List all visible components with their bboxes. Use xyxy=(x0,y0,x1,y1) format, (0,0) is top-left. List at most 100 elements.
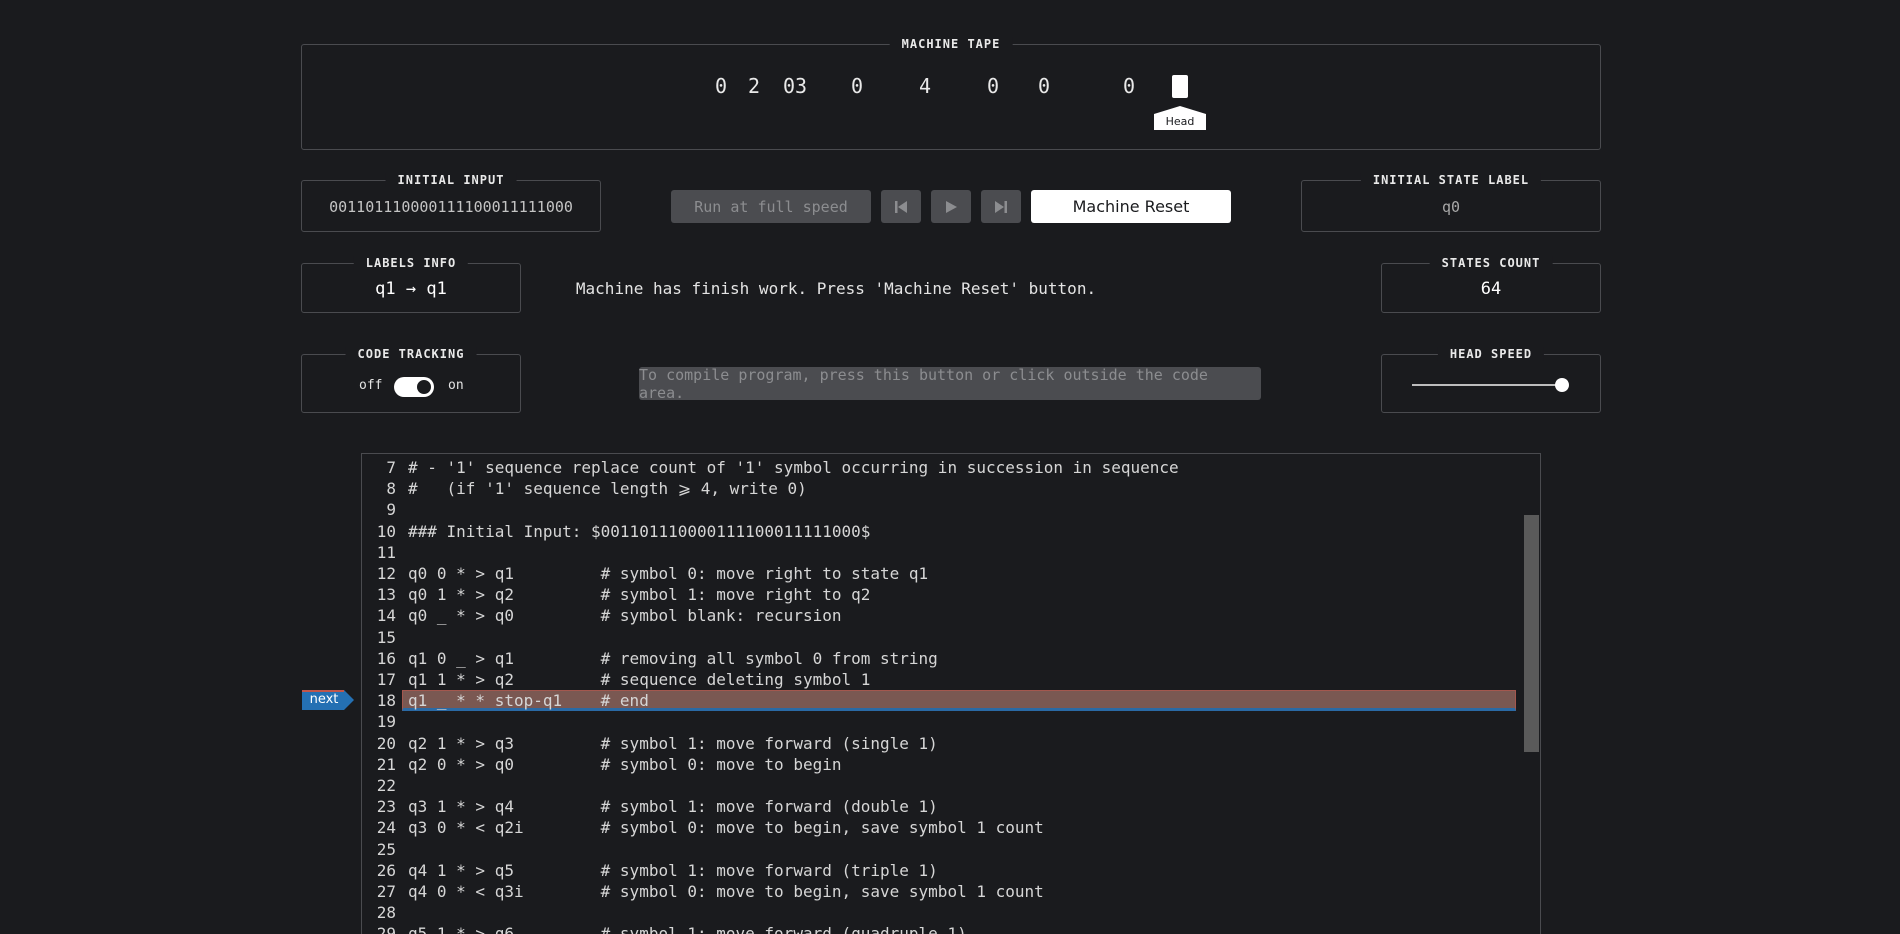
code-line: 8 # (if '1' sequence length ⩾ 4, write 0) xyxy=(362,479,1540,500)
code-scrollbar[interactable] xyxy=(1524,515,1539,752)
line-text: q2 1 * > q3 # symbol 1: move forward (si… xyxy=(408,733,938,753)
next-line-marker: next xyxy=(302,690,354,710)
line-text: q3 1 * > q4 # symbol 1: move forward (do… xyxy=(408,797,938,817)
line-number: 29 xyxy=(376,924,396,934)
head-marker: Head xyxy=(1154,106,1206,130)
play-icon xyxy=(946,200,957,213)
line-text: q1 0 _ > q1 # removing all symbol 0 from… xyxy=(408,648,938,668)
line-number: 26 xyxy=(376,860,396,880)
code-line: 24 q3 0 * < q2i # symbol 0: move to begin… xyxy=(362,818,1540,839)
line-number: 24 xyxy=(376,818,396,838)
line-text: q1 _ * * stop-q1 # end xyxy=(408,691,649,711)
step-forward-button[interactable] xyxy=(981,190,1021,223)
machine-reset-button[interactable]: Machine Reset xyxy=(1031,190,1231,223)
skip-back-icon xyxy=(895,200,907,213)
step-back-button[interactable] xyxy=(881,190,921,223)
skip-forward-icon xyxy=(995,200,1007,213)
toggle-knob xyxy=(417,380,431,394)
head-speed-legend: HEAD SPEED xyxy=(1437,347,1545,361)
code-line: 20 q2 1 * > q3 # symbol 1: move forward (… xyxy=(362,734,1540,755)
labels-info-value: q1 → q1 xyxy=(375,279,447,299)
line-number: 27 xyxy=(376,882,396,901)
line-text: # - '1' sequence replace count of '1' sy… xyxy=(408,458,1179,477)
code-line: 9 xyxy=(362,500,1540,521)
code-line: 17 q1 1 * > q2 # sequence deleting symbol… xyxy=(362,670,1540,691)
states-count-value: 64 xyxy=(1480,279,1502,299)
line-text: q4 0 * < q3i # symbol 0: move to begin, … xyxy=(408,882,1044,901)
tape-cell: 0 xyxy=(987,74,1000,98)
line-text: q1 1 * > q2 # sequence deleting symbol 1 xyxy=(408,670,871,689)
code-line: 23 q3 1 * > q4 # symbol 1: move forward (… xyxy=(362,797,1540,818)
line-number: 13 xyxy=(376,585,396,605)
line-text: q0 0 * > q1 # symbol 0: move right to st… xyxy=(408,564,929,583)
initial-state-field[interactable]: q0 xyxy=(1302,198,1600,216)
code-tracking-off-label: off xyxy=(359,378,383,393)
run-full-speed-button[interactable]: Run at full speed xyxy=(671,190,871,223)
code-tracking-panel: CODE TRACKING off on xyxy=(301,347,521,413)
code-line: 28 xyxy=(362,903,1540,924)
head-label: Head xyxy=(1165,115,1195,128)
compile-button[interactable]: To compile program, press this button or… xyxy=(639,366,1261,402)
line-text: ### Initial Input: $00110111000011110001… xyxy=(408,521,871,541)
tape-cell: 0 xyxy=(1038,74,1051,98)
line-number: 21 xyxy=(376,754,396,774)
code-line: 15 xyxy=(362,628,1540,649)
code-line: 10 ### Initial Input: $001101110000111100… xyxy=(362,522,1540,543)
line-text: q3 0 * < q2i # symbol 0: move to begin, … xyxy=(408,818,1044,838)
code-line: 16 q1 0 _ > q1 # removing all symbol 0 fr… xyxy=(362,649,1540,670)
labels-info-legend: LABELS INFO xyxy=(353,256,469,270)
tape-cell: 4 xyxy=(919,74,932,98)
line-number: 11 xyxy=(376,542,396,562)
code-line: 29 q5 1 * > q6 # symbol 1: move forward (… xyxy=(362,924,1540,934)
line-text: q2 0 * > q0 # symbol 0: move to begin xyxy=(408,754,842,774)
line-number: 15 xyxy=(376,627,396,647)
line-text: # (if '1' sequence length ⩾ 4, write 0) xyxy=(408,479,807,499)
tape-cell: 03 xyxy=(783,74,808,98)
tape-cell: 0 xyxy=(715,74,728,98)
code-editor[interactable]: 7 # - '1' sequence replace count of '1' s… xyxy=(361,453,1541,934)
code-line: 26 q4 1 * > q5 # symbol 1: move forward (… xyxy=(362,861,1540,882)
code-line: 18 q1 _ * * stop-q1 # end xyxy=(362,691,1540,712)
initial-state-legend: INITIAL STATE LABEL xyxy=(1360,173,1542,187)
line-number: 12 xyxy=(376,564,396,583)
code-line: 11 xyxy=(362,543,1540,564)
line-text: q4 1 * > q5 # symbol 1: move forward (tr… xyxy=(408,860,938,880)
code-line: 19 xyxy=(362,712,1540,733)
status-message: Machine has finish work. Press 'Machine … xyxy=(575,279,1097,298)
head-speed-panel: HEAD SPEED xyxy=(1381,347,1601,413)
code-line: 14 q0 _ * > q0 # symbol blank: recursion xyxy=(362,606,1540,627)
line-text: q5 1 * > q6 # symbol 1: move forward (qu… xyxy=(408,924,967,934)
line-number: 16 xyxy=(376,648,396,668)
next-label: next xyxy=(309,692,339,707)
code-tracking-on-label: on xyxy=(448,378,464,393)
head-speed-slider-thumb[interactable] xyxy=(1555,378,1569,392)
initial-input-legend: INITIAL INPUT xyxy=(385,173,517,187)
initial-state-panel: INITIAL STATE LABEL q0 xyxy=(1301,173,1601,232)
play-button[interactable] xyxy=(931,190,971,223)
line-number: 7 xyxy=(386,458,396,477)
tape-cells: 0 2 03 0 4 0 0 0 xyxy=(0,74,1900,98)
initial-input-field[interactable]: 00110111000011110001111100​0 xyxy=(302,198,600,216)
line-number: 23 xyxy=(376,797,396,817)
states-count-legend: STATES COUNT xyxy=(1429,256,1553,270)
line-number: 10 xyxy=(376,521,396,541)
line-number: 20 xyxy=(376,733,396,753)
head-cursor xyxy=(1172,75,1188,98)
code-line: 7 # - '1' sequence replace count of '1' s… xyxy=(362,458,1540,479)
line-number: 8 xyxy=(386,479,396,499)
code-tracking-toggle[interactable] xyxy=(394,377,434,397)
states-count-panel: STATES COUNT 64 xyxy=(1381,256,1601,313)
code-line: 12 q0 0 * > q1 # symbol 0: move right to … xyxy=(362,564,1540,585)
code-tracking-legend: CODE TRACKING xyxy=(345,347,477,361)
line-text: q0 1 * > q2 # symbol 1: move right to q2 xyxy=(408,585,871,605)
line-number: 14 xyxy=(376,606,396,626)
initial-input-panel: INITIAL INPUT 00110111000011110001111100… xyxy=(301,173,601,232)
line-number: 19 xyxy=(376,712,396,732)
line-number: 25 xyxy=(376,839,396,859)
machine-tape-legend: MACHINE TAPE xyxy=(889,37,1013,51)
code-line: 13 q0 1 * > q2 # symbol 1: move right to … xyxy=(362,585,1540,606)
head-speed-slider-track[interactable] xyxy=(1412,384,1562,386)
code-line: 22 xyxy=(362,776,1540,797)
line-number: 22 xyxy=(376,776,396,795)
code-line: 21 q2 0 * > q0 # symbol 0: move to begin xyxy=(362,755,1540,776)
